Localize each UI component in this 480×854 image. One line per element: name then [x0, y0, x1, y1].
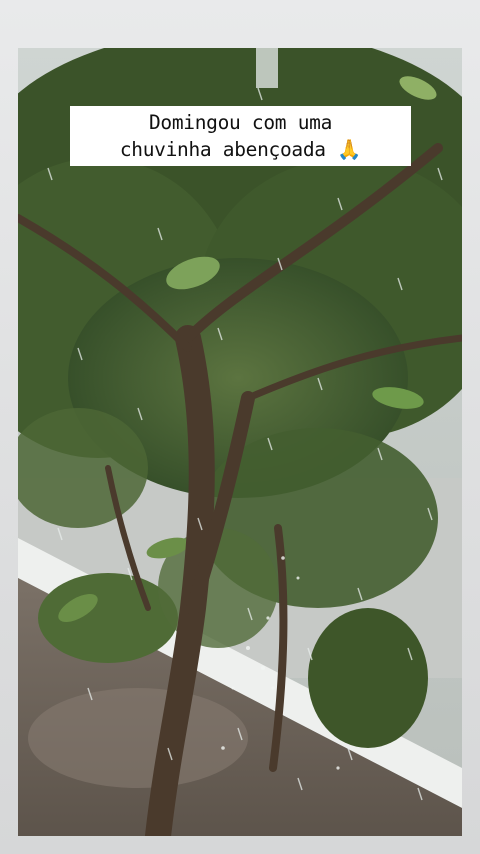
praying-hands-icon: 🙏 [337, 138, 362, 161]
caption-line-1: Domingou com uma [148, 111, 333, 134]
story-photo: Domingou com uma chuvinha abençoada 🙏 [18, 48, 462, 836]
rainy-tree-photo [18, 48, 462, 836]
caption-line-2-text: chuvinha abençoada [119, 138, 326, 161]
story-caption: Domingou com uma chuvinha abençoada 🙏 [70, 106, 411, 166]
caption-line-2: chuvinha abençoada 🙏 [119, 136, 362, 163]
